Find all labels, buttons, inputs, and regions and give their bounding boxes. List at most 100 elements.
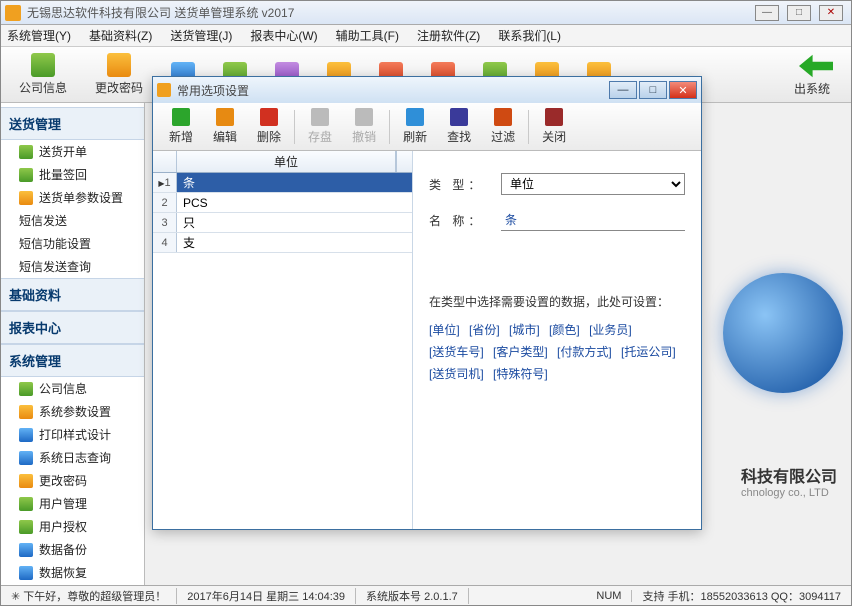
table-row[interactable]: 1条 xyxy=(153,173,412,193)
hint-link[interactable]: [特殊符号] xyxy=(493,367,548,381)
gear-icon xyxy=(19,405,33,419)
sidebar-item[interactable]: 送货单参数设置 xyxy=(1,186,144,209)
menu-basedata[interactable]: 基础资料(Z) xyxy=(89,27,152,44)
hint-link[interactable]: [颜色] xyxy=(549,323,580,337)
menu-register[interactable]: 注册软件(Z) xyxy=(417,27,480,44)
dlg-tool-delete[interactable]: 删除 xyxy=(247,108,291,145)
tool-label: 公司信息 xyxy=(19,79,67,96)
close-icon xyxy=(545,108,563,126)
dialog-maximize-button[interactable]: □ xyxy=(639,81,667,99)
sidebar-item[interactable]: 用户授权 xyxy=(1,515,144,538)
name-input[interactable] xyxy=(501,209,685,231)
sidebar-item[interactable]: 数据备份 xyxy=(1,538,144,561)
status-greeting: 下午好，尊敬的超级管理员！ xyxy=(23,591,166,603)
dialog-close-button[interactable]: ✕ xyxy=(669,81,697,99)
auth-icon xyxy=(19,520,33,534)
search-icon xyxy=(450,108,468,126)
hint-link[interactable]: [城市] xyxy=(509,323,540,337)
edit-icon xyxy=(216,108,234,126)
company-text: 科技有限公司 chnology co., LTD xyxy=(741,463,837,499)
hint-link[interactable]: [省份] xyxy=(469,323,500,337)
maximize-button[interactable]: □ xyxy=(787,5,811,21)
type-select[interactable]: 单位 xyxy=(501,173,685,195)
dialog-title-bar[interactable]: 常用选项设置 — □ ✕ xyxy=(153,77,701,103)
sb-section-report[interactable]: 报表中心 xyxy=(1,311,144,344)
sidebar-item[interactable]: 用户管理 xyxy=(1,492,144,515)
hint-link[interactable]: [客户类型] xyxy=(493,345,548,359)
hint-link[interactable]: [业务员] xyxy=(589,323,632,337)
menu-system[interactable]: 系统管理(Y) xyxy=(7,27,71,44)
sidebar-item[interactable]: 更改密码 xyxy=(1,469,144,492)
sidebar-item[interactable]: 系统参数设置 xyxy=(1,400,144,423)
tool-label: 更改密码 xyxy=(95,79,143,96)
menu-delivery[interactable]: 送货管理(J) xyxy=(170,27,232,44)
save-icon xyxy=(311,108,329,126)
hint-link[interactable]: [送货车号] xyxy=(429,345,484,359)
refresh-icon xyxy=(406,108,424,126)
hint-link[interactable]: [送货司机] xyxy=(429,367,484,381)
sidebar-item[interactable]: 系统日志查询 xyxy=(1,446,144,469)
name-label: 名 称： xyxy=(429,212,501,229)
table-row[interactable]: 2PCS xyxy=(153,193,412,213)
globe-decoration xyxy=(723,273,843,393)
dlg-tool-close[interactable]: 关闭 xyxy=(532,108,576,145)
grid-header-unit[interactable]: 单位 xyxy=(177,151,396,172)
dlg-tool-add[interactable]: 新增 xyxy=(159,108,203,145)
table-row[interactable]: 3只 xyxy=(153,213,412,233)
dialog-toolbar: 新增 编辑 删除 存盘 撤销 刷新 查找 过滤 关闭 xyxy=(153,103,701,151)
hint-link[interactable]: [托运公司] xyxy=(621,345,676,359)
dlg-tool-find[interactable]: 查找 xyxy=(437,108,481,145)
close-button[interactable]: ✕ xyxy=(819,5,843,21)
sidebar-item[interactable]: 公司信息 xyxy=(1,377,144,400)
status-support: 支持 手机：18552033613 QQ：3094117 xyxy=(632,588,851,604)
doc-icon xyxy=(19,145,33,159)
app-logo-icon xyxy=(5,5,21,21)
tool-company-info[interactable]: 公司信息 xyxy=(5,51,81,98)
exit-arrow-icon xyxy=(799,52,833,80)
sidebar-item[interactable]: 短信发送查询 xyxy=(1,255,144,278)
hint-link[interactable]: [单位] xyxy=(429,323,460,337)
tool-exit[interactable]: 出系统 xyxy=(777,50,847,99)
gear-icon xyxy=(19,191,33,205)
status-num: NUM xyxy=(586,590,632,602)
sidebar-item[interactable]: 送货开单 xyxy=(1,140,144,163)
menu-tools[interactable]: 辅助工具(F) xyxy=(336,27,399,44)
flag-icon xyxy=(19,168,33,182)
undo-icon xyxy=(355,108,373,126)
sidebar-item[interactable]: 短信功能设置 xyxy=(1,232,144,255)
tool-change-password[interactable]: 更改密码 xyxy=(81,51,157,98)
home-icon xyxy=(19,382,33,396)
type-label: 类 型： xyxy=(429,176,501,193)
sidebar-item[interactable]: 数据恢复 xyxy=(1,561,144,584)
menu-contact[interactable]: 联系我们(L) xyxy=(498,27,561,44)
hint-link[interactable]: [付款方式] xyxy=(557,345,612,359)
sidebar: 送货管理 送货开单 批量签回 送货单参数设置 短信发送 短信功能设置 短信发送查… xyxy=(1,103,145,585)
key-icon xyxy=(19,474,33,488)
dialog-minimize-button[interactable]: — xyxy=(609,81,637,99)
add-icon xyxy=(172,108,190,126)
sb-section-system[interactable]: 系统管理 xyxy=(1,344,144,377)
users-icon xyxy=(19,497,33,511)
restore-icon xyxy=(19,566,33,580)
table-row[interactable]: 4支 xyxy=(153,233,412,253)
dialog-grid: 单位 1条 2PCS 3只 4支 xyxy=(153,151,413,529)
tool-label: 出系统 xyxy=(794,80,830,97)
dlg-tool-filter[interactable]: 过滤 xyxy=(481,108,525,145)
minimize-button[interactable]: — xyxy=(755,5,779,21)
dlg-tool-undo: 撤销 xyxy=(342,108,386,145)
sidebar-item[interactable]: 打印样式设计 xyxy=(1,423,144,446)
sb-section-basedata[interactable]: 基础资料 xyxy=(1,278,144,311)
dialog-logo-icon xyxy=(157,83,171,97)
sidebar-item[interactable]: 批量签回 xyxy=(1,163,144,186)
status-bar: ✳ 下午好，尊敬的超级管理员！ 2017年6月14日 星期三 14:04:39 … xyxy=(1,585,851,605)
sb-section-delivery[interactable]: 送货管理 xyxy=(1,107,144,140)
window-title: 无锡思达软件科技有限公司 送货单管理系统 v2017 xyxy=(27,4,755,21)
dlg-tool-refresh[interactable]: 刷新 xyxy=(393,108,437,145)
filter-icon xyxy=(494,108,512,126)
menu-report[interactable]: 报表中心(W) xyxy=(250,27,317,44)
dlg-tool-save: 存盘 xyxy=(298,108,342,145)
dialog-title: 常用选项设置 xyxy=(177,82,609,99)
sidebar-item[interactable]: 短信发送 xyxy=(1,209,144,232)
dlg-tool-edit[interactable]: 编辑 xyxy=(203,108,247,145)
log-icon xyxy=(19,451,33,465)
